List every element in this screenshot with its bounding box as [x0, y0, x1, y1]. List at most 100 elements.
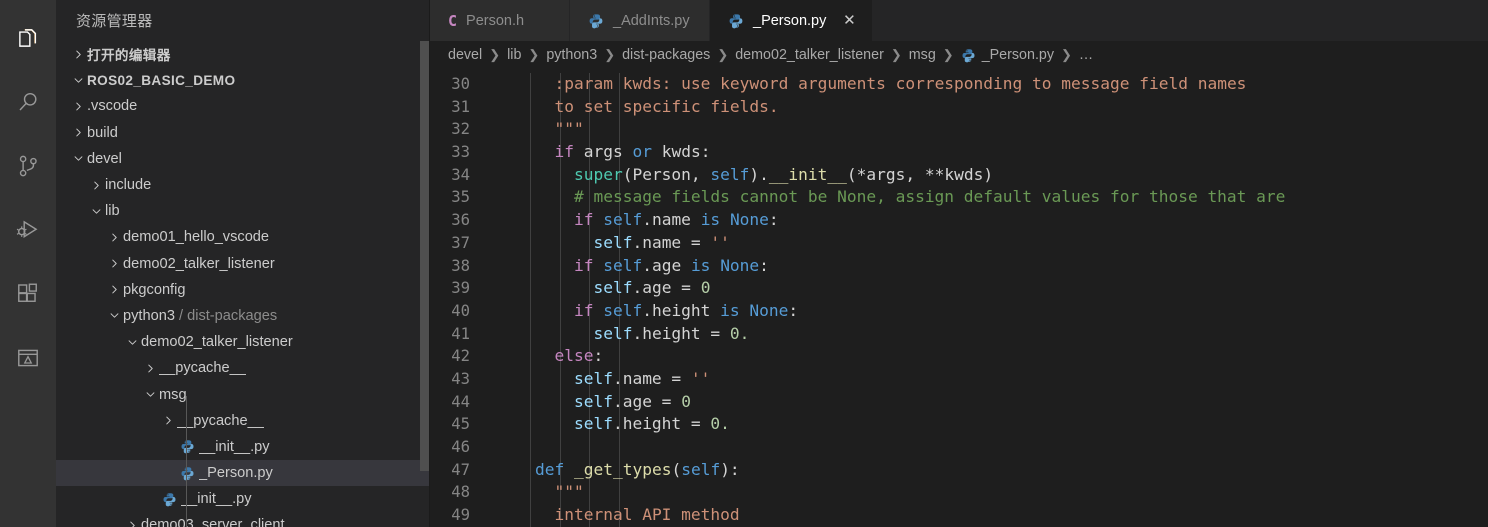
files-icon	[15, 25, 41, 51]
chevron-right-icon[interactable]	[105, 258, 123, 269]
code-line[interactable]: 46	[430, 436, 1488, 459]
breadcrumb-item[interactable]: msg	[909, 47, 936, 63]
line-number: 40	[430, 300, 496, 323]
code-line[interactable]: 33 if args or kwds:	[430, 141, 1488, 164]
chevron-down-icon[interactable]	[87, 206, 105, 217]
code-line[interactable]: 49 internal API method	[430, 504, 1488, 527]
code-line-text: if self.height is None:	[496, 300, 1488, 323]
python-file-icon	[588, 13, 604, 29]
line-number: 33	[430, 141, 496, 164]
breadcrumb-separator: ❯	[528, 47, 539, 63]
tree-folder[interactable]: .vscode	[56, 93, 430, 119]
explorer-tree[interactable]: 打开的编辑器ROS02_BASIC_DEMO.vscodebuilddeveli…	[56, 41, 430, 527]
tree-folder[interactable]: python3 / dist-packages	[56, 303, 430, 329]
breadcrumb-item[interactable]: devel	[448, 47, 482, 63]
tree-folder[interactable]: devel	[56, 146, 430, 172]
vscode-window: 资源管理器 打开的编辑器ROS02_BASIC_DEMO.vscodebuild…	[0, 0, 1488, 527]
tree-folder[interactable]: msg	[56, 381, 430, 407]
chevron-down-icon[interactable]	[105, 310, 123, 321]
tree-folder[interactable]: __pycache__	[56, 408, 430, 434]
tree-item-label: __init__.py	[181, 491, 252, 507]
chevron-right-icon[interactable]	[141, 363, 159, 374]
python-file-icon	[177, 439, 197, 454]
python-file-icon	[159, 492, 179, 507]
tree-folder[interactable]: include	[56, 172, 430, 198]
breadcrumb-item[interactable]: _Person.py	[961, 47, 1054, 63]
code-line[interactable]: 43 self.name = ''	[430, 368, 1488, 391]
activity-item-extensions[interactable]	[0, 262, 56, 326]
breadcrumb-item[interactable]: python3	[546, 47, 597, 63]
code-line-text: self.age = 0	[496, 391, 1488, 414]
chevron-down-icon[interactable]	[69, 153, 87, 164]
activity-item-ros[interactable]	[0, 326, 56, 390]
tree-file[interactable]: __init__.py	[56, 434, 430, 460]
sidebar: 资源管理器 打开的编辑器ROS02_BASIC_DEMO.vscodebuild…	[56, 0, 430, 527]
tab--person-py[interactable]: _Person.py✕	[710, 0, 873, 41]
breadcrumb-item[interactable]: …	[1079, 47, 1093, 63]
chevron-right-icon[interactable]	[123, 520, 141, 527]
tree-folder[interactable]: demo03_server_client	[56, 512, 430, 527]
breadcrumb-item[interactable]: demo02_talker_listener	[735, 47, 884, 63]
code-line[interactable]: 34 super(Person, self).__init__(*args, *…	[430, 164, 1488, 187]
code-line[interactable]: 44 self.age = 0	[430, 391, 1488, 414]
tree-folder[interactable]: demo01_hello_vscode	[56, 224, 430, 250]
code-line[interactable]: 37 self.name = ''	[430, 232, 1488, 255]
tree-file[interactable]: _Person.py	[56, 460, 430, 486]
code-line-text: super(Person, self).__init__(*args, **kw…	[496, 164, 1488, 187]
tree-folder[interactable]: lib	[56, 198, 430, 224]
code-editor[interactable]: 30 :param kwds: use keyword arguments co…	[430, 69, 1488, 527]
code-line-text: """	[496, 481, 1488, 504]
code-line[interactable]: 31 to set specific fields.	[430, 96, 1488, 119]
code-line[interactable]: 36 if self.name is None:	[430, 209, 1488, 232]
c-file-icon: C	[448, 12, 457, 30]
code-line[interactable]: 42 else:	[430, 345, 1488, 368]
chevron-down-icon[interactable]	[123, 337, 141, 348]
run-debug-icon	[15, 217, 41, 243]
sidebar-section-workspace[interactable]: ROS02_BASIC_DEMO	[56, 67, 430, 93]
breadcrumb-separator: ❯	[943, 47, 954, 63]
tab-bar: CPerson.h_AddInts.py_Person.py✕	[430, 0, 1488, 41]
activity-item-explorer[interactable]	[0, 6, 56, 70]
chevron-right-icon[interactable]	[87, 180, 105, 191]
tree-folder[interactable]: build	[56, 120, 430, 146]
code-line[interactable]: 35 # message fields cannot be None, assi…	[430, 186, 1488, 209]
code-line[interactable]: 40 if self.height is None:	[430, 300, 1488, 323]
code-line[interactable]: 47 def _get_types(self):	[430, 459, 1488, 482]
line-number: 37	[430, 232, 496, 255]
tree-file[interactable]: __init__.py	[56, 486, 430, 512]
code-line[interactable]: 41 self.height = 0.	[430, 323, 1488, 346]
chevron-right-icon[interactable]	[105, 232, 123, 243]
code-line[interactable]: 32 """	[430, 118, 1488, 141]
activity-item-run-and-debug[interactable]	[0, 198, 56, 262]
chevron-right-icon[interactable]	[69, 127, 87, 138]
chevron-down-icon	[69, 75, 87, 86]
line-number: 30	[430, 73, 496, 96]
chevron-right-icon[interactable]	[159, 415, 177, 426]
breadcrumb-item[interactable]: dist-packages	[622, 47, 710, 63]
activity-bar	[0, 0, 56, 527]
breadcrumb[interactable]: devel❯lib❯python3❯dist-packages❯demo02_t…	[430, 41, 1488, 69]
tree-folder[interactable]: __pycache__	[56, 355, 430, 381]
breadcrumb-item[interactable]: lib	[507, 47, 521, 63]
tree-item-label: _Person.py	[199, 465, 273, 481]
activity-item-source-control[interactable]	[0, 134, 56, 198]
chevron-down-icon[interactable]	[141, 389, 159, 400]
chevron-right-icon[interactable]	[69, 101, 87, 112]
code-line[interactable]: 38 if self.age is None:	[430, 255, 1488, 278]
line-number: 41	[430, 323, 496, 346]
tree-folder[interactable]: demo02_talker_listener	[56, 251, 430, 277]
sidebar-section-open-editors[interactable]: 打开的编辑器	[56, 41, 430, 67]
close-icon[interactable]: ✕	[840, 12, 858, 30]
code-line[interactable]: 48 """	[430, 481, 1488, 504]
activity-item-search[interactable]	[0, 70, 56, 134]
tree-folder[interactable]: demo02_talker_listener	[56, 329, 430, 355]
chevron-right-icon[interactable]	[105, 284, 123, 295]
tab-person-h[interactable]: CPerson.h	[430, 0, 570, 41]
code-line[interactable]: 39 self.age = 0	[430, 277, 1488, 300]
line-number: 47	[430, 459, 496, 482]
tree-folder[interactable]: pkgconfig	[56, 277, 430, 303]
code-line-text: """	[496, 118, 1488, 141]
code-line[interactable]: 30 :param kwds: use keyword arguments co…	[430, 73, 1488, 96]
code-line[interactable]: 45 self.height = 0.	[430, 413, 1488, 436]
tab--addints-py[interactable]: _AddInts.py	[570, 0, 710, 41]
